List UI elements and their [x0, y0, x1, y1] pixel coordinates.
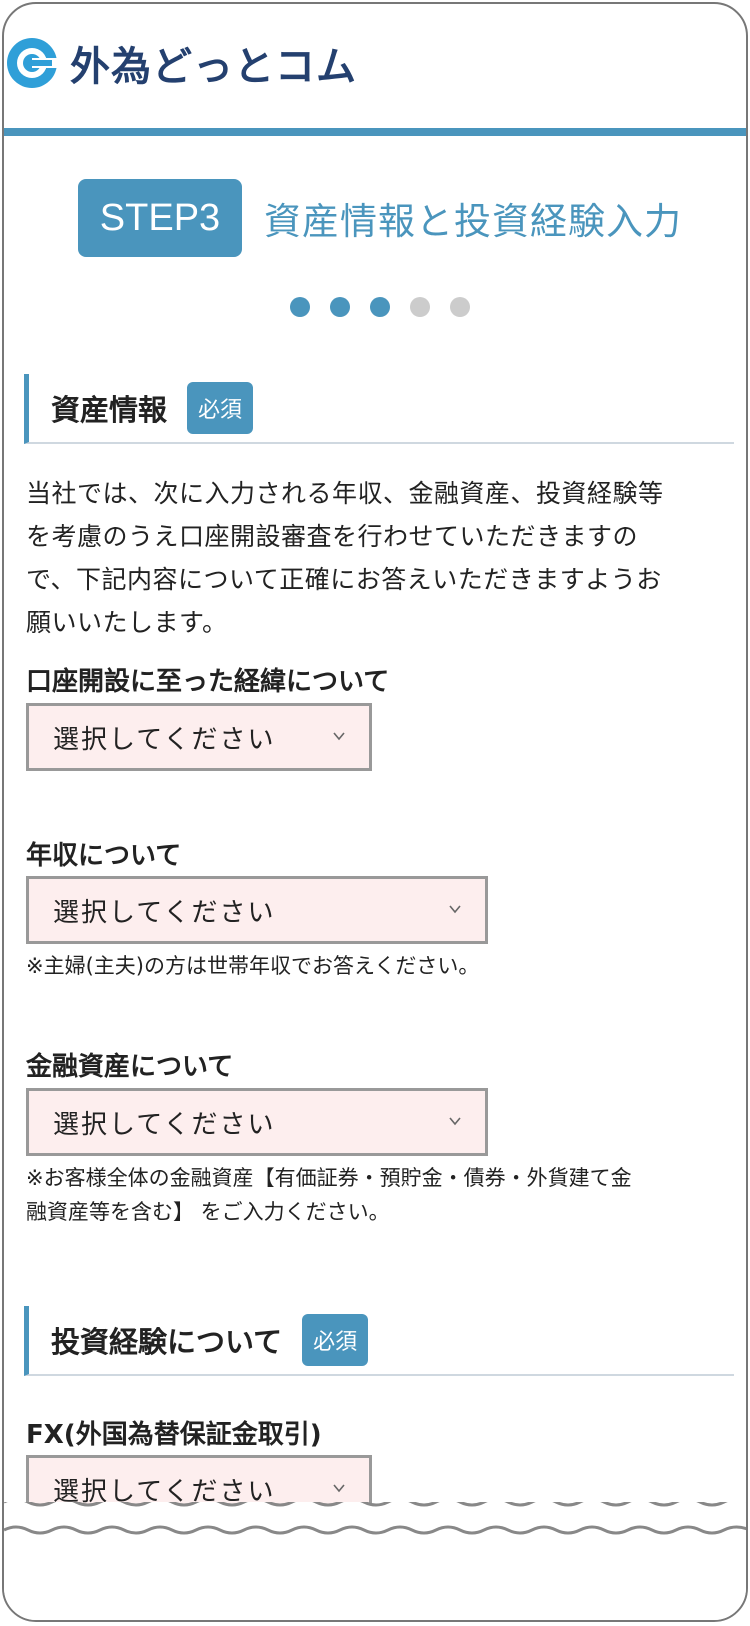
note-line: 融資産等を含む】 をご入力ください。 — [26, 1200, 390, 1224]
fx-label: FX(外国為替保証金取引) — [26, 1420, 322, 1450]
chevron-down-icon — [449, 1117, 461, 1126]
assets-note: ※お客様全体の金融資産【有価証券・預貯金・債券・外貨建て金 融資産等を含む】 を… — [26, 1161, 726, 1229]
section-heading-asset: 資産情報 必須 — [24, 374, 734, 444]
step-badge: STEP3 — [78, 179, 242, 257]
reason-select[interactable]: 選択してください — [26, 703, 372, 771]
logo-c-icon — [7, 38, 58, 88]
intro-line: を考慮のうえ口座開設審査を行わせていただきますの — [26, 522, 639, 551]
income-note: ※主婦(主夫)の方は世帯年収でお答えください。 — [26, 954, 480, 978]
progress-dot-5 — [450, 297, 470, 317]
section-title: 資産情報 — [51, 393, 168, 427]
progress-dot-1 — [290, 297, 310, 317]
step-progress-dots — [290, 297, 470, 317]
section-heading-invest: 投資経験について 必須 — [24, 1306, 734, 1376]
site-header: 外為どっとコム — [4, 4, 746, 136]
required-badge: 必須 — [302, 1314, 369, 1366]
intro-line: 願いいたします。 — [26, 608, 228, 637]
section-title: 投資経験について — [51, 1325, 283, 1359]
progress-dot-3 — [370, 297, 390, 317]
select-value: 選択してください — [53, 897, 276, 928]
assets-label: 金融資産について — [26, 1052, 234, 1082]
select-value: 選択してください — [53, 724, 276, 755]
chevron-down-icon — [449, 905, 461, 914]
chevron-down-icon — [333, 1484, 345, 1493]
assets-select[interactable]: 選択してください — [26, 1088, 488, 1156]
select-value: 選択してください — [53, 1109, 276, 1140]
income-label: 年収について — [26, 841, 182, 871]
step-title: 資産情報と投資経験入力 — [264, 200, 682, 243]
step-heading: STEP3 資産情報と投資経験入力 — [78, 179, 682, 257]
reason-label: 口座開設に至った経緯について — [26, 667, 390, 697]
note-line: ※お客様全体の金融資産【有価証券・預貯金・債券・外貨建て金 — [26, 1166, 632, 1190]
logo-text: 外為どっとコム — [70, 44, 357, 90]
required-badge: 必須 — [187, 382, 254, 434]
intro-line: 当社では、次に入力される年収、金融資産、投資経験等 — [26, 479, 664, 508]
intro-line: で、下記内容について正確にお答えいただきますようお — [26, 565, 662, 594]
intro-text: 当社では、次に入力される年収、金融資産、投資経験等 を考慮のうえ口座開設審査を行… — [26, 472, 726, 644]
page-cut-wave — [4, 1502, 746, 1620]
chevron-down-icon — [333, 732, 345, 741]
progress-dot-4 — [410, 297, 430, 317]
phone-frame: 外為どっとコム STEP3 資産情報と投資経験入力 資産情報 必須 当社では、次… — [2, 2, 748, 1622]
progress-dot-2 — [330, 297, 350, 317]
income-select[interactable]: 選択してください — [26, 876, 488, 944]
site-logo[interactable]: 外為どっとコム — [6, 34, 357, 92]
